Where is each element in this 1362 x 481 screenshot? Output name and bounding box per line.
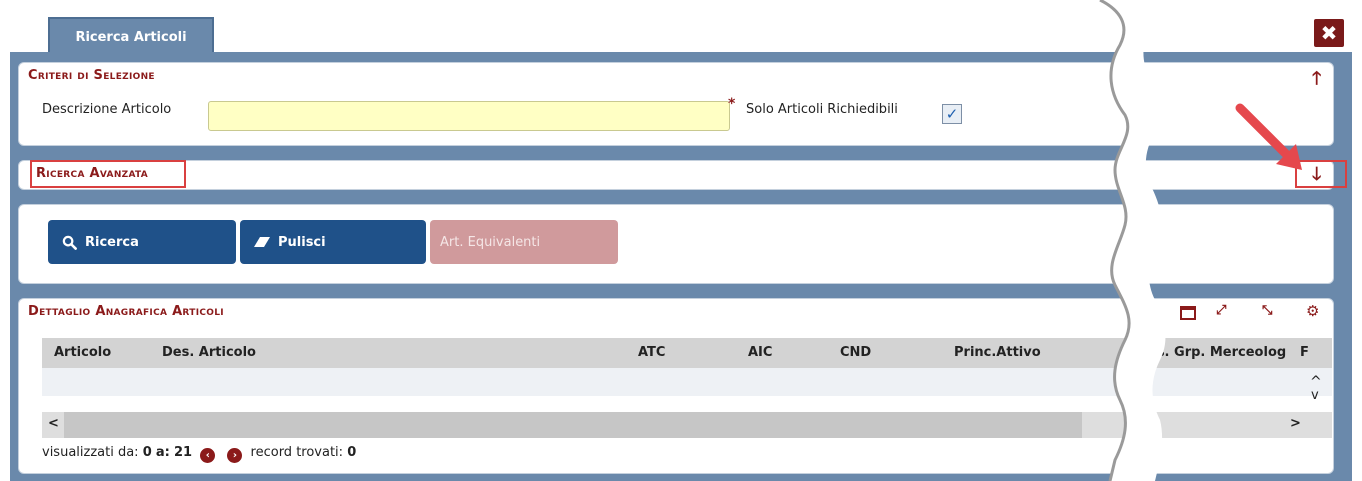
scroll-left-icon[interactable]: < (48, 416, 59, 431)
pager-to-label: a: (155, 445, 170, 460)
scroll-down-icon[interactable]: v (1311, 388, 1319, 403)
art-equivalenti-button[interactable]: Art. Equivalenti (430, 220, 618, 264)
avanzata-title[interactable]: Ricerca Avanzata (36, 166, 148, 181)
col-atc[interactable]: ATC (638, 345, 665, 360)
shrink-icon[interactable]: ⤡ (1262, 303, 1272, 318)
found-count: 0 (347, 445, 357, 460)
criteri-title: Criteri di Selezione (28, 68, 155, 83)
prev-page-icon[interactable]: ‹ (200, 448, 216, 463)
pager-prefix: visualizzati da: (42, 445, 139, 460)
close-button[interactable]: ✖ (1314, 19, 1344, 47)
found-label: record trovati: (250, 445, 344, 460)
pager: visualizzati da: 0 a: 21 ‹ › record trov… (42, 445, 356, 463)
next-page-icon[interactable]: › (227, 448, 243, 463)
pager-to: 21 (174, 445, 193, 460)
col-cnd[interactable]: CND (840, 345, 871, 360)
search-icon (62, 235, 77, 250)
scroll-right-icon[interactable]: > (1290, 416, 1301, 431)
scrollbar-thumb[interactable] (64, 412, 1082, 438)
solo-label: Solo Articoli Richiedibili (746, 102, 898, 117)
tab-ricerca-articoli[interactable]: Ricerca Articoli (48, 17, 214, 55)
red-arrow-annotation (1235, 103, 1302, 170)
gears-icon[interactable]: ⚙ (1306, 302, 1319, 320)
eraser-icon (254, 237, 270, 247)
window-icon[interactable] (1180, 306, 1196, 320)
pulisci-label: Pulisci (278, 234, 326, 250)
descrizione-input[interactable] (208, 101, 730, 131)
ricerca-label: Ricerca (85, 234, 139, 250)
col-aic[interactable]: AIC (748, 345, 772, 360)
required-mark: * (728, 96, 736, 112)
ricerca-button[interactable]: Ricerca (48, 220, 236, 264)
pulisci-button[interactable]: Pulisci (240, 220, 426, 264)
collapse-up-icon[interactable]: 🡑 (1312, 66, 1321, 96)
pager-from: 0 (142, 445, 152, 460)
expand-icon[interactable]: ⤢ (1216, 303, 1226, 318)
col-f[interactable]: F (1300, 345, 1309, 360)
col-princ-attivo[interactable]: Princ.Attivo (954, 345, 1041, 360)
dettaglio-title: Dettaglio Anagrafica Articoli (28, 304, 224, 319)
solo-richiedibili-checkbox[interactable]: ✓ (942, 104, 962, 124)
expand-down-icon[interactable]: 🡓 (1312, 162, 1321, 192)
col-articolo[interactable]: Articolo (54, 345, 111, 360)
torn-edge-decoration (1099, 0, 1166, 481)
descrizione-label: Descrizione Articolo (42, 102, 172, 117)
col-des-articolo[interactable]: Des. Articolo (162, 345, 256, 360)
